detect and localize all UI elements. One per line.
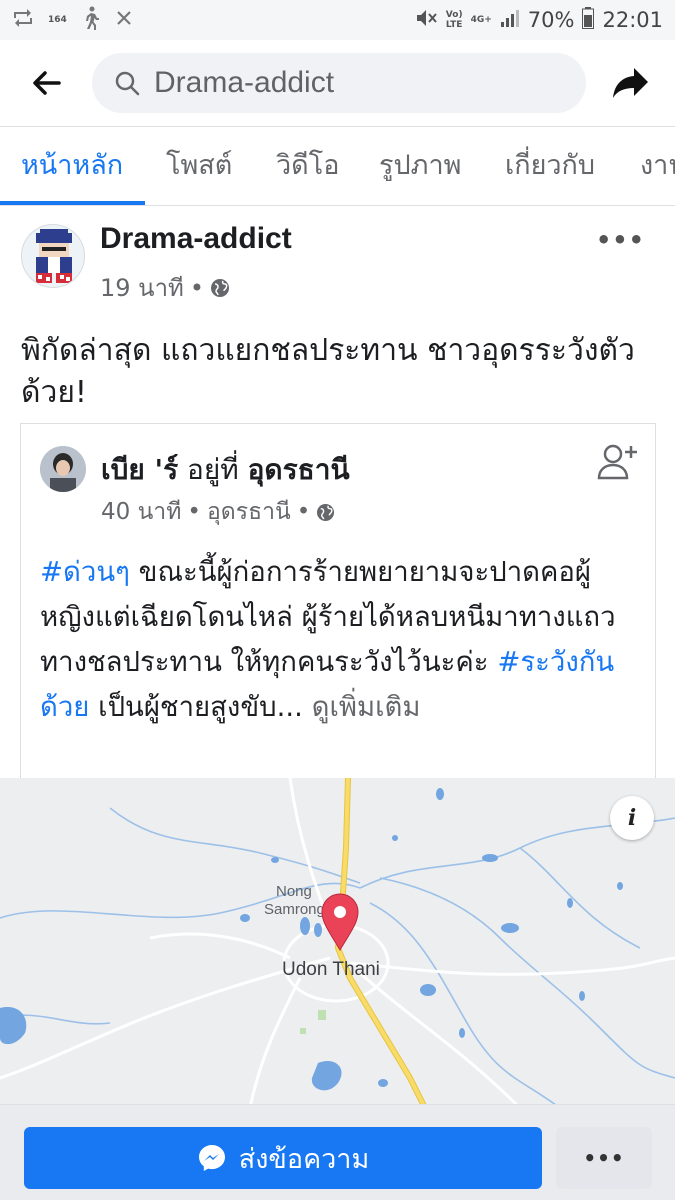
arrow-left-icon [33, 71, 61, 95]
shared-post-title: เบีย 'ร์ อยู่ที่ อุดรธานี [101, 448, 350, 492]
meta-separator: • [296, 499, 311, 525]
shared-author-avatar[interactable] [40, 446, 86, 492]
post-author[interactable]: Drama-addict [100, 222, 292, 256]
post-header: Drama-addict 19 นาที • ••• [0, 206, 675, 316]
back-button[interactable] [0, 40, 92, 126]
active-tab-indicator [0, 201, 145, 205]
post-text: พิกัดล่าสุด แถวแยกชลประทาน ชาวอุดรระวังต… [21, 333, 635, 410]
tab-posts[interactable]: โพสต์ [166, 127, 232, 205]
hashtag-link[interactable]: #ด่วนๆ [40, 556, 130, 588]
shared-post-text: #ด่วนๆ ขณะนี้ผู้ก่อการร้ายพยายามจะปาดคอผ… [40, 550, 640, 730]
tab-about[interactable]: เกี่ยวกับ [505, 127, 595, 205]
close-icon [115, 8, 133, 32]
top-app-bar: Drama-addict [0, 40, 675, 126]
map-city-label: Udon Thani [282, 959, 380, 980]
page-tabs: หน้าหลัก โพสต์ วิดีโอ รูปภาพ เกี่ยวกับ ง… [0, 126, 675, 206]
search-input[interactable]: Drama-addict [154, 66, 334, 100]
shared-post-time[interactable]: 40 นาที [101, 494, 181, 530]
globe-icon [211, 278, 230, 297]
walking-icon [81, 6, 101, 35]
see-more-link[interactable]: ดูเพิ่มเติม [312, 691, 421, 723]
battery-icon [582, 6, 595, 34]
add-friend-button[interactable] [597, 442, 639, 484]
shared-meta-location[interactable]: อุดรธานี [207, 494, 291, 530]
at-label: อยู่ที่ [187, 453, 239, 486]
post-options-button[interactable]: ••• [596, 226, 645, 254]
map-label-samrong: Samrong [264, 901, 325, 918]
mute-icon [414, 7, 438, 34]
search-bar[interactable]: Drama-addict [92, 53, 586, 113]
more-actions-button[interactable]: ••• [556, 1127, 652, 1189]
post-meta: 19 นาที • [100, 268, 230, 307]
network-gen-label: 4G+ [470, 15, 492, 25]
tab-videos[interactable]: วิดีโอ [276, 127, 339, 205]
shared-post-meta: 40 นาที • อุดรธานี • [101, 494, 335, 530]
search-icon [115, 71, 140, 96]
share-button[interactable] [586, 40, 675, 126]
retweet-icon [12, 8, 34, 33]
share-icon [612, 68, 648, 98]
map-info-button[interactable]: i [610, 796, 654, 840]
status-bar: 164 Vo) LTE 4G+ 70% 22:01 [0, 0, 675, 40]
send-message-label: ส่งข้อความ [238, 1143, 370, 1175]
tab-photos[interactable]: รูปภาพ [379, 127, 461, 205]
shared-location[interactable]: อุดรธานี [248, 453, 350, 486]
add-friend-icon [597, 444, 637, 480]
avatar[interactable] [21, 224, 85, 288]
bottom-action-bar: ส่งข้อความ ••• [0, 1104, 675, 1200]
shared-post-card[interactable]: เบีย 'ร์ อยู่ที่ อุดรธานี 40 นาที • อุดร… [20, 423, 656, 783]
messenger-icon [198, 1145, 225, 1171]
tab-jobs[interactable]: งาน [640, 127, 675, 205]
shared-body-part-2: เป็นผู้ชายสูงขับ... [89, 691, 312, 723]
meta-separator: • [187, 499, 201, 525]
meta-separator: • [189, 273, 205, 302]
send-message-button[interactable]: ส่งข้อความ [24, 1127, 542, 1189]
location-pin-icon [321, 893, 359, 951]
tab-home[interactable]: หน้าหลัก [21, 127, 123, 205]
post-time[interactable]: 19 นาที [100, 268, 184, 307]
battery-percent: 70% [527, 8, 575, 32]
map-label-nong: Nong [276, 883, 312, 900]
location-map[interactable]: Nong Samrong Udon Thani [0, 778, 675, 1108]
park-areas [300, 1010, 326, 1034]
globe-icon [317, 503, 335, 521]
river-lines [0, 807, 675, 1108]
signal-icon [500, 8, 520, 33]
volte-label: Vo) LTE [445, 10, 463, 30]
water-bodies [0, 788, 623, 1091]
shared-author-name[interactable]: เบีย 'ร์ [101, 453, 178, 486]
clock: 22:01 [602, 8, 663, 32]
notification-count: 164 [48, 15, 67, 25]
